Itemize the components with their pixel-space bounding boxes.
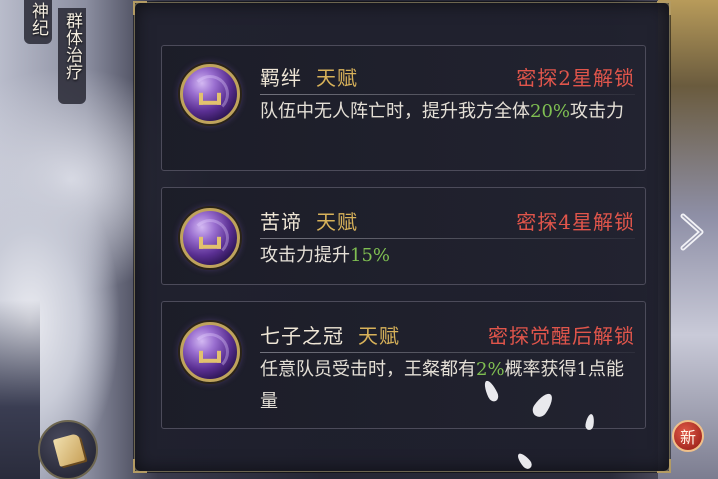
talent-glyph [199,92,221,105]
background-shadow-left [0,300,40,479]
desc-text: 攻击力提升 [260,245,350,266]
talent-glyph [199,236,221,249]
talent-description: 队伍中无人阵亡时，提升我方全体20%攻击力 [260,96,627,128]
desc-highlight-value: 15% [350,245,391,266]
frame-corner [133,459,147,473]
desc-highlight-value: 20% [530,101,571,122]
divider [260,238,635,239]
talent-swirl-icon [180,64,240,124]
tab-shenji-label: 神纪 [28,2,48,36]
talent-card-jiban[interactable]: 羁绊 天赋 密探2星解锁 队伍中无人阵亡时，提升我方全体20%攻击力 [161,45,646,171]
talent-name: 羁绊 [260,66,302,90]
book-icon [52,433,86,467]
talent-type: 天赋 [316,210,358,234]
desc-text: 攻击力 [570,101,625,122]
unlock-condition: 密探觉醒后解锁 [488,324,635,348]
chevron-right-icon [680,213,704,251]
new-badge[interactable]: 新 [672,420,704,452]
tab-shenji[interactable]: 神纪 [24,0,52,44]
tab-group-heal[interactable]: 群体治疗 [58,8,86,104]
talent-header: 羁绊 天赋 密探2星解锁 [260,62,635,91]
talent-description: 攻击力提升15% [260,240,627,272]
frame-corner [133,1,147,15]
tab-group-heal-label: 群体治疗 [62,12,82,80]
talent-swirl-icon [180,322,240,382]
divider [260,352,635,353]
talent-name: 七子之冠 [260,324,344,348]
talent-panel: 羁绊 天赋 密探2星解锁 队伍中无人阵亡时，提升我方全体20%攻击力 苦谛 天赋… [133,1,671,473]
talent-header: 苦谛 天赋 密探4星解锁 [260,206,635,235]
codex-button[interactable] [38,420,98,479]
desc-highlight-value: 2% [476,359,505,380]
unlock-condition: 密探2星解锁 [516,66,635,90]
frame-corner [657,1,671,15]
next-page-button[interactable] [674,210,710,254]
talent-description: 任意队员受击时，王粲都有2%概率获得1点能量 [260,354,627,418]
talent-header: 七子之冠 天赋 密探觉醒后解锁 [260,320,635,349]
talent-card-kudi[interactable]: 苦谛 天赋 密探4星解锁 攻击力提升15% [161,187,646,285]
talent-name: 苦谛 [260,210,302,234]
frame-corner [657,459,671,473]
desc-text: 任意队员受击时，王粲都有 [260,359,476,380]
talent-type: 天赋 [358,324,400,348]
unlock-condition: 密探4星解锁 [516,210,635,234]
talent-type: 天赋 [316,66,358,90]
talent-glyph [199,350,221,363]
divider [260,94,635,95]
desc-text: 队伍中无人阵亡时，提升我方全体 [260,101,530,122]
talent-card-qizizhiguan[interactable]: 七子之冠 天赋 密探觉醒后解锁 任意队员受击时，王粲都有2%概率获得1点能量 [161,301,646,429]
talent-swirl-icon [180,208,240,268]
